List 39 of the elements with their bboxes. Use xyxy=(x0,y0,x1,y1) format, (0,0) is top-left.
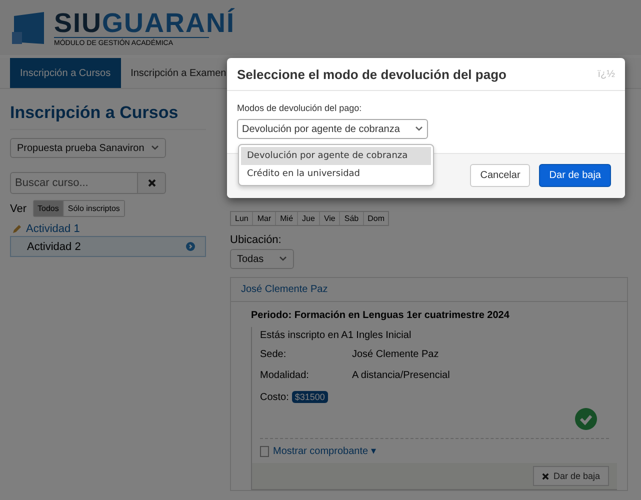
enrollment-text: Estás inscripto en A1 Ingles Inicial xyxy=(259,329,412,343)
pencil-icon xyxy=(12,224,22,234)
field-label: Sede: xyxy=(260,349,288,360)
panel-title: José Clemente Paz xyxy=(231,278,627,302)
nav-tab[interactable]: Inscripción a Cursos xyxy=(10,58,121,88)
view-label: Ver xyxy=(10,202,27,214)
logo-icon xyxy=(10,10,46,46)
caret-icon xyxy=(415,126,423,132)
dialog-title: Seleccione el modo de devolución del pago xyxy=(237,66,506,82)
activity-item[interactable]: Actividad 1 xyxy=(10,221,206,236)
document-icon xyxy=(260,446,269,456)
cost-label: Costo: xyxy=(260,392,289,402)
logo-text: SIUGUARANÍ xyxy=(54,8,236,36)
cancel-button[interactable]: Cancelar xyxy=(470,164,530,187)
period-heading: Periodo: Formación en Lenguas 1er cuatrimestre 2024 xyxy=(250,309,510,323)
field-value: José Clemente Paz xyxy=(352,349,439,360)
close-icon xyxy=(542,472,550,480)
search-field[interactable]: Buscar curso... xyxy=(10,172,138,194)
receipt-link[interactable]: Mostrar comprobante ▾ xyxy=(273,445,376,457)
close-icon xyxy=(148,179,156,187)
program-select[interactable]: Propuesta prueba Sanaviron xyxy=(10,138,166,158)
confirm-button[interactable]: Dar de baja xyxy=(539,164,611,187)
dropdown-option[interactable]: Devolución por agente de cobranza xyxy=(241,147,431,165)
field-label: Modos de devolución del pago: xyxy=(237,103,363,113)
field-label: Modalidad: xyxy=(260,370,310,381)
filter-toggle[interactable]: Todos xyxy=(34,201,64,216)
field-value: A distancia/Presencial xyxy=(352,370,450,381)
location-select[interactable]: Todas xyxy=(230,249,294,269)
refund-select[interactable]: Devolución por agente de cobranza xyxy=(237,119,428,139)
location-label: Ubicación: xyxy=(230,234,282,246)
drop-button[interactable]: Dar de baja xyxy=(533,466,609,486)
activity-item[interactable]: Actividad 2 xyxy=(10,236,206,257)
chevron-circle-icon xyxy=(186,242,195,251)
garbled-text: ï¿½ xyxy=(598,68,615,80)
cost-badge: $31500 xyxy=(292,391,328,403)
clear-button[interactable] xyxy=(138,172,166,194)
caret-icon xyxy=(279,256,287,262)
caret-icon xyxy=(151,145,159,151)
page-title: Inscripción a Cursos xyxy=(10,103,206,130)
